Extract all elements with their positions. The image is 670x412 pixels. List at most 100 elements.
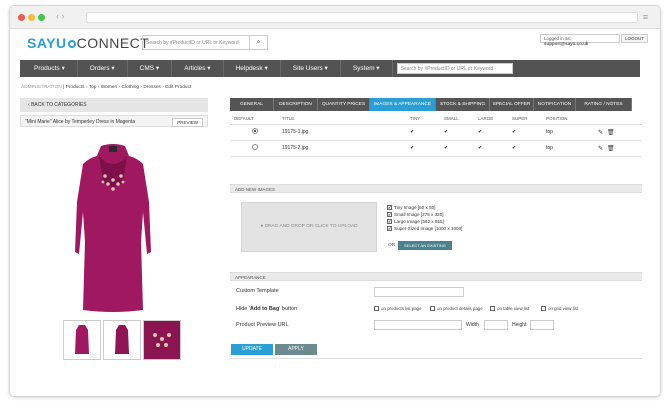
- breadcrumb-item[interactable]: ADMINISTRATION: [21, 85, 62, 90]
- delete-icon[interactable]: 🗑: [607, 130, 615, 136]
- check-icon: ✔: [406, 140, 440, 157]
- check-icon: ✔: [406, 124, 440, 141]
- breadcrumb-item[interactable]: Clothing: [121, 85, 139, 90]
- column-header: LARGE: [474, 114, 508, 125]
- delete-icon[interactable]: 🗑: [607, 146, 615, 152]
- preview-button[interactable]: PREVIEW: [172, 118, 203, 127]
- checkbox-icon[interactable]: [541, 306, 546, 312]
- image-dropzone[interactable]: ● DRAG AND DROP OR CLICK TO UPLOAD: [241, 202, 377, 252]
- tab-special-offer[interactable]: SPECIAL OFFER: [490, 98, 534, 111]
- search-icon[interactable]: ⌕: [250, 35, 268, 50]
- tab-notification[interactable]: NOTIFICATION: [534, 98, 576, 111]
- address-bar[interactable]: [86, 12, 638, 23]
- column-header-actions: [590, 114, 642, 125]
- hide-option-table-view[interactable]: on table view list: [490, 306, 529, 312]
- thumbnail-2[interactable]: [103, 320, 141, 360]
- header-search-input[interactable]: Search by #ProductID or URL or Keyword: [142, 35, 250, 50]
- hide-option-products-list[interactable]: on products list page: [374, 306, 422, 312]
- hide-option-label: on product details page: [437, 306, 483, 311]
- breadcrumb-item[interactable]: Dresses: [143, 85, 161, 90]
- tab-rating-notes[interactable]: RATING / NOTES: [576, 98, 632, 111]
- table-header-row: DEFAULT TITLE TINY SMALL LARGE SUPER POS…: [230, 114, 642, 125]
- images-table: DEFAULT TITLE TINY SMALL LARGE SUPER POS…: [230, 114, 642, 157]
- tab-images-appearance[interactable]: IMAGES & APPEARANCE: [370, 98, 436, 111]
- add-new-images-header: ADD NEW IMAGES: [230, 184, 642, 193]
- thumbnail-3[interactable]: [143, 320, 181, 360]
- height-label: Height: [512, 322, 527, 328]
- custom-template-input[interactable]: [374, 287, 464, 297]
- tab-general[interactable]: GENERAL: [230, 98, 274, 111]
- checkbox-checked-icon[interactable]: ✔: [387, 219, 392, 225]
- nav-helpdesk[interactable]: Helpdesk ▾: [224, 60, 281, 77]
- back-label: BACK TO CATEGORIES: [31, 102, 87, 108]
- checkbox-icon[interactable]: [374, 306, 379, 312]
- edit-icon[interactable]: ✎: [598, 130, 603, 136]
- browser-chrome: ‹ › ≡: [10, 6, 660, 29]
- custom-template-label: Custom Template: [236, 288, 279, 294]
- column-header: TITLE: [278, 114, 406, 125]
- minimize-window-button[interactable]: [28, 14, 35, 21]
- logo-circle-icon: [67, 40, 76, 48]
- nav-articles[interactable]: Articles ▾: [172, 60, 224, 77]
- apply-button[interactable]: APPLY: [275, 344, 317, 355]
- nav-orders[interactable]: Orders ▾: [78, 60, 128, 77]
- height-input[interactable]: [530, 320, 554, 330]
- column-header: POSITION: [542, 114, 590, 125]
- nav-system[interactable]: System ▾: [341, 60, 393, 77]
- image-size-options: ✔ Tiny Image [50 x 50] ✔ Small Image [275 …: [387, 204, 462, 232]
- update-button[interactable]: UPDATE: [231, 344, 273, 355]
- edit-icon[interactable]: ✎: [598, 146, 603, 152]
- dress-thumbnail-image: [115, 325, 129, 354]
- hide-bag-suffix: ' button: [279, 306, 298, 312]
- nav-site-users[interactable]: Site Users ▾: [281, 60, 341, 77]
- thumbnail-1[interactable]: [63, 320, 101, 360]
- column-header: TINY: [406, 114, 440, 125]
- size-option-super[interactable]: ✔ Super-Sized Image [1000 x 1000]: [387, 225, 462, 232]
- back-to-categories-button[interactable]: ‹ BACK TO CATEGORIES: [20, 98, 208, 112]
- breadcrumb-item[interactable]: Products: [66, 85, 85, 90]
- check-icon: ✔: [508, 140, 542, 157]
- nav-search-input[interactable]: Search by #ProductID or URL or Keyword: [396, 63, 513, 74]
- logo[interactable]: SAYU CONNECT: [27, 35, 149, 51]
- checkbox-icon[interactable]: [490, 306, 495, 312]
- checkbox-checked-icon[interactable]: ✔: [387, 205, 392, 211]
- checkbox-checked-icon[interactable]: ✔: [387, 226, 392, 232]
- select-existing-image-button[interactable]: SELECT AN EXISTING IMAGE: [398, 241, 452, 257]
- close-window-button[interactable]: [18, 14, 25, 21]
- nav-cms[interactable]: CMS ▾: [128, 60, 173, 77]
- width-input[interactable]: [484, 320, 508, 330]
- table-row: 19175-2.jpg ✔ ✔ ✔ ✔ top ✎ 🗑: [230, 140, 642, 157]
- hide-option-label: on products list page: [381, 306, 422, 311]
- size-label: Super-Sized Image [1000 x 1000]: [394, 226, 463, 231]
- tab-quantity-prices[interactable]: QUANTITY PRICES: [318, 98, 370, 111]
- table-row: 19175-1.jpg ✔ ✔ ✔ ✔ top ✎ 🗑: [230, 124, 642, 141]
- size-option-large[interactable]: ✔ Large Image [562 x 655]: [387, 218, 462, 225]
- breadcrumb-item[interactable]: Top: [89, 85, 97, 90]
- checkbox-icon[interactable]: [430, 306, 435, 312]
- check-icon: ✔: [508, 124, 542, 141]
- column-header: DEFAULT: [230, 114, 278, 125]
- menu-icon[interactable]: ≡: [643, 12, 648, 22]
- hide-option-product-details[interactable]: on product details page: [430, 306, 483, 312]
- size-option-small[interactable]: ✔ Small Image [275 x 320]: [387, 211, 462, 218]
- hide-option-grid-view[interactable]: on grid view list: [541, 306, 578, 312]
- default-radio[interactable]: [252, 128, 258, 134]
- default-radio[interactable]: [252, 144, 258, 150]
- breadcrumb-item[interactable]: Women: [101, 85, 117, 90]
- maximize-window-button[interactable]: [38, 14, 45, 21]
- back-forward-icon[interactable]: ‹ ›: [56, 11, 65, 21]
- logout-button[interactable]: LOGOUT: [621, 34, 648, 43]
- preview-url-input[interactable]: [374, 320, 462, 330]
- tab-bar: GENERAL DESCRIPTION QUANTITY PRICES IMAG…: [230, 98, 642, 111]
- checkbox-checked-icon[interactable]: ✔: [387, 212, 392, 218]
- nav-products[interactable]: Products ▾: [20, 60, 78, 77]
- breadcrumb-item: Edit Product: [165, 85, 192, 90]
- appearance-header: APPEARANCE: [230, 272, 642, 281]
- left-panel: ‹ BACK TO CATEGORIES "Mini Marie" Alice …: [20, 98, 208, 127]
- breadcrumb: ADMINISTRATION | Products › Top › Women …: [21, 85, 192, 90]
- hide-add-to-bag-label: Hide 'Add to Bag' button: [236, 306, 297, 312]
- size-option-tiny[interactable]: ✔ Tiny Image [50 x 50]: [387, 204, 462, 211]
- divider: [230, 358, 642, 359]
- tab-description[interactable]: DESCRIPTION: [274, 98, 318, 111]
- tab-stock-shipping[interactable]: STOCK & SHIPPING: [436, 98, 490, 111]
